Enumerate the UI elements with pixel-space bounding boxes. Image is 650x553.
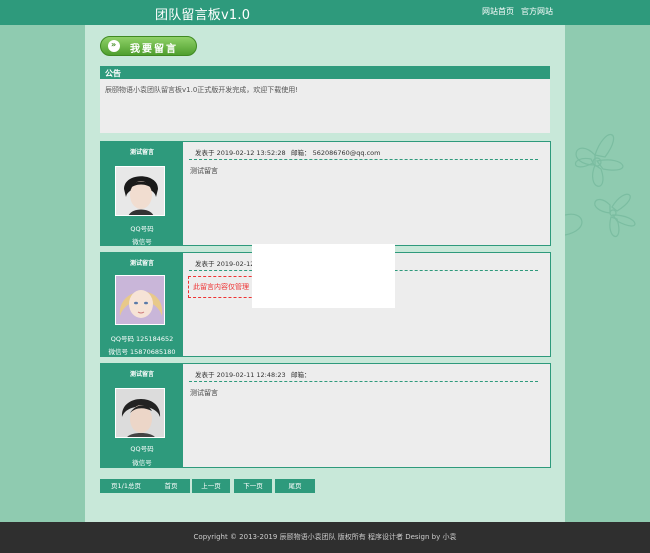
author-email: 邮箱： 562086760@qq.com [291,149,381,157]
notice-body: 辰颐物语小袁团队留言板v1.0正式版开发完成，欢迎下载使用! [100,79,550,133]
author-name: 测试留言 [129,371,154,378]
overlay-panel [252,244,395,308]
message-content: 测试留言 [190,167,218,175]
nav-home-link[interactable]: 网站首页 [482,6,514,17]
author-panel: 测试留言 QQ号码 微信号 [101,364,183,467]
author-qq: QQ号码 [130,445,154,453]
chevron-down-icon: » [108,40,120,52]
divider [189,381,538,382]
flower-decoration-icon [565,134,636,238]
posted-time: 发表于 2019-02-12 1 [195,260,261,268]
posted-time: 发表于 2019-02-11 12:48:23 [195,371,286,379]
message-meta: 发表于 2019-02-12 1 [195,258,261,268]
nav-official-link[interactable]: 官方网站 [521,6,553,17]
posted-time: 发表于 2019-02-12 13:52:28 [195,149,286,157]
site-title: 团队留言板v1.0 [155,8,251,23]
pager-prev-button[interactable]: 上一页 [192,479,230,493]
footer: Copyright © 2013-2019 辰颐物语小袁团队 版权所有 程序设计… [0,522,650,553]
message-content: 测试留言 [190,389,218,397]
pager-info: 页1/1总页 [100,479,152,493]
avatar [115,275,165,325]
divider [189,159,538,160]
author-qq: QQ号码 125184652 [110,335,174,343]
left-side-panel [0,25,85,522]
pager-next-button[interactable]: 下一页 [234,479,272,493]
avatar [115,166,165,216]
author-qq: QQ号码 [130,225,154,233]
message-item: 测试留言 QQ号码 微信号 发表于 2019-02-11 12:48:23 邮箱… [100,363,551,468]
notice-title: 公告 [100,66,550,79]
author-wechat: 微信号 15870685180 [108,348,176,356]
pager-last-button[interactable]: 尾页 [275,479,315,493]
post-message-button[interactable]: » 我要留言 [100,36,197,56]
author-panel: 测试留言 QQ号码 125184652 微信号 15870685180 [101,253,183,356]
top-bar: 团队留言板v1.0 网站首页 官方网站 [0,0,650,25]
pager-first-button[interactable]: 首页 [152,479,190,493]
message-item: 测试留言 QQ号码 微信号 发表于 2019-02-12 13:52:28 邮箱… [100,141,551,246]
post-message-label: 我要留言 [130,44,178,55]
author-wechat: 微信号 [132,459,152,467]
author-name: 测试留言 [129,260,154,267]
message-meta: 发表于 2019-02-12 13:52:28 邮箱： 562086760@qq… [195,147,381,157]
right-side-panel [565,25,650,522]
avatar [115,388,165,438]
author-wechat: 微信号 [132,238,152,246]
author-name: 测试留言 [129,149,154,156]
author-email: 邮箱： [291,371,311,379]
author-panel: 测试留言 QQ号码 微信号 [101,142,183,246]
message-meta: 发表于 2019-02-11 12:48:23 邮箱： [195,369,311,379]
